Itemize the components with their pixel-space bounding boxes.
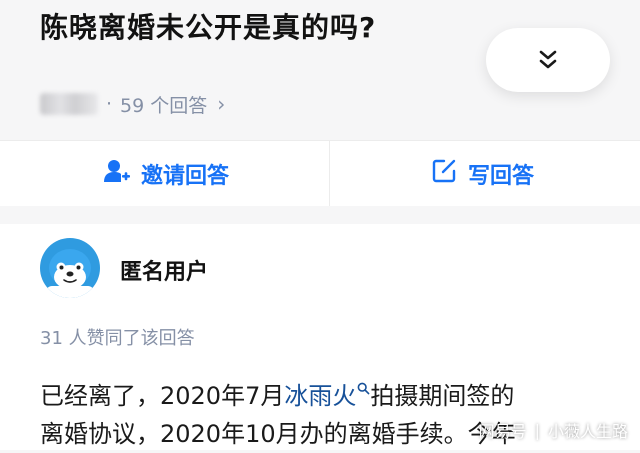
action-bar: 邀请回答 写回答: [0, 140, 640, 207]
avatar[interactable]: [40, 238, 100, 298]
likes-count: 31 人赞同了该回答: [40, 328, 195, 349]
write-answer-button[interactable]: 写回答: [430, 141, 534, 207]
author-name[interactable]: 匿名用户: [120, 254, 208, 286]
question-header: 陈晓离婚未公开是真的吗? · 59 个回答 ›: [0, 0, 640, 140]
answers-count: 59 个回答: [120, 94, 208, 117]
answer-line: 已经离了，2020年7月冰雨火 拍摄期间签的: [40, 368, 640, 415]
watermark-separator: |: [534, 420, 540, 440]
answer-text: 拍摄期间签的: [370, 382, 515, 410]
keyword-link[interactable]: 冰雨火: [284, 382, 356, 410]
question-title: 陈晓离婚未公开是真的吗?: [40, 11, 377, 44]
question-meta[interactable]: · 59 个回答 ›: [40, 90, 225, 118]
collapse-button[interactable]: [486, 28, 610, 92]
edit-icon: [430, 157, 468, 191]
action-divider: [329, 141, 330, 207]
watermark-author: 小薇人生路: [547, 422, 628, 441]
double-chevron-down-icon: [537, 48, 559, 72]
meta-separator: ·: [106, 93, 113, 115]
blurred-avatars: [40, 93, 98, 115]
search-icon[interactable]: [357, 373, 370, 401]
answer-card: 匿名用户 31 人赞同了该回答 已经离了，2020年7月冰雨火 拍摄期间签的 离婚…: [0, 224, 640, 450]
add-user-icon: [103, 158, 141, 190]
invite-answer-button[interactable]: 邀请回答: [103, 141, 229, 207]
answer-text: 已经离了，2020年7月: [40, 382, 285, 410]
watermark-source: 网易号: [478, 422, 527, 441]
write-answer-label: 写回答: [468, 164, 535, 189]
chevron-right-icon: ›: [217, 92, 226, 116]
section-gap: [0, 206, 640, 224]
watermark: 网易号 | 小薇人生路: [479, 418, 628, 442]
invite-answer-label: 邀请回答: [141, 164, 230, 189]
